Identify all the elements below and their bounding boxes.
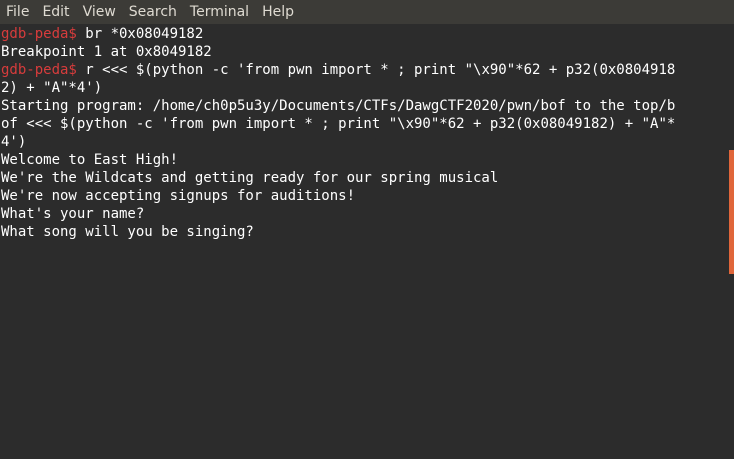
menu-view[interactable]: View (77, 0, 123, 24)
scrollbar-thumb[interactable] (729, 150, 734, 274)
terminal-line: of <<< $(python -c 'from pwn import * ; … (1, 115, 728, 133)
output-text: Breakpoint 1 at 0x8049182 (1, 44, 212, 60)
terminal-line: 2) + "A"*4') (1, 79, 728, 97)
terminal-line: We're now accepting signups for audition… (1, 187, 728, 205)
terminal-line: gdb-peda$ br *0x08049182 (1, 25, 728, 43)
output-text: Starting program: /home/ch0p5u3y/Documen… (1, 98, 676, 114)
terminal-line: Welcome to East High! (1, 151, 728, 169)
output-text: 4') (1, 134, 27, 150)
menu-search[interactable]: Search (123, 0, 184, 24)
output-text: What's your name? (1, 206, 145, 222)
terminal-line: gdb-peda$ r <<< $(python -c 'from pwn im… (1, 61, 728, 79)
terminal-line: What song will you be singing? (1, 223, 728, 241)
menu-help[interactable]: Help (256, 0, 301, 24)
menu-bar: File Edit View Search Terminal Help (0, 0, 734, 24)
menu-file[interactable]: File (0, 0, 36, 24)
command-text: br *0x08049182 (76, 26, 204, 42)
output-text: We're the Wildcats and getting ready for… (1, 170, 499, 186)
gdb-prompt: gdb-peda$ (1, 62, 77, 78)
terminal-line: Breakpoint 1 at 0x8049182 (1, 43, 728, 61)
menu-edit[interactable]: Edit (36, 0, 76, 24)
command-text: r <<< $(python -c 'from pwn import * ; p… (76, 62, 676, 78)
terminal-line: What's your name? (1, 205, 728, 223)
terminal-output[interactable]: gdb-peda$ br *0x08049182 Breakpoint 1 at… (0, 24, 728, 459)
output-text: We're now accepting signups for audition… (1, 188, 356, 204)
gdb-prompt: gdb-peda$ (1, 26, 77, 42)
output-text: Welcome to East High! (1, 152, 179, 168)
terminal-line: Starting program: /home/ch0p5u3y/Documen… (1, 97, 728, 115)
terminal-line: 4') (1, 133, 728, 151)
output-text: What song will you be singing? (1, 224, 254, 240)
terminal-line: We're the Wildcats and getting ready for… (1, 169, 728, 187)
output-text: of <<< $(python -c 'from pwn import * ; … (1, 116, 676, 132)
command-text: 2) + "A"*4') (1, 80, 103, 96)
menu-terminal[interactable]: Terminal (184, 0, 256, 24)
